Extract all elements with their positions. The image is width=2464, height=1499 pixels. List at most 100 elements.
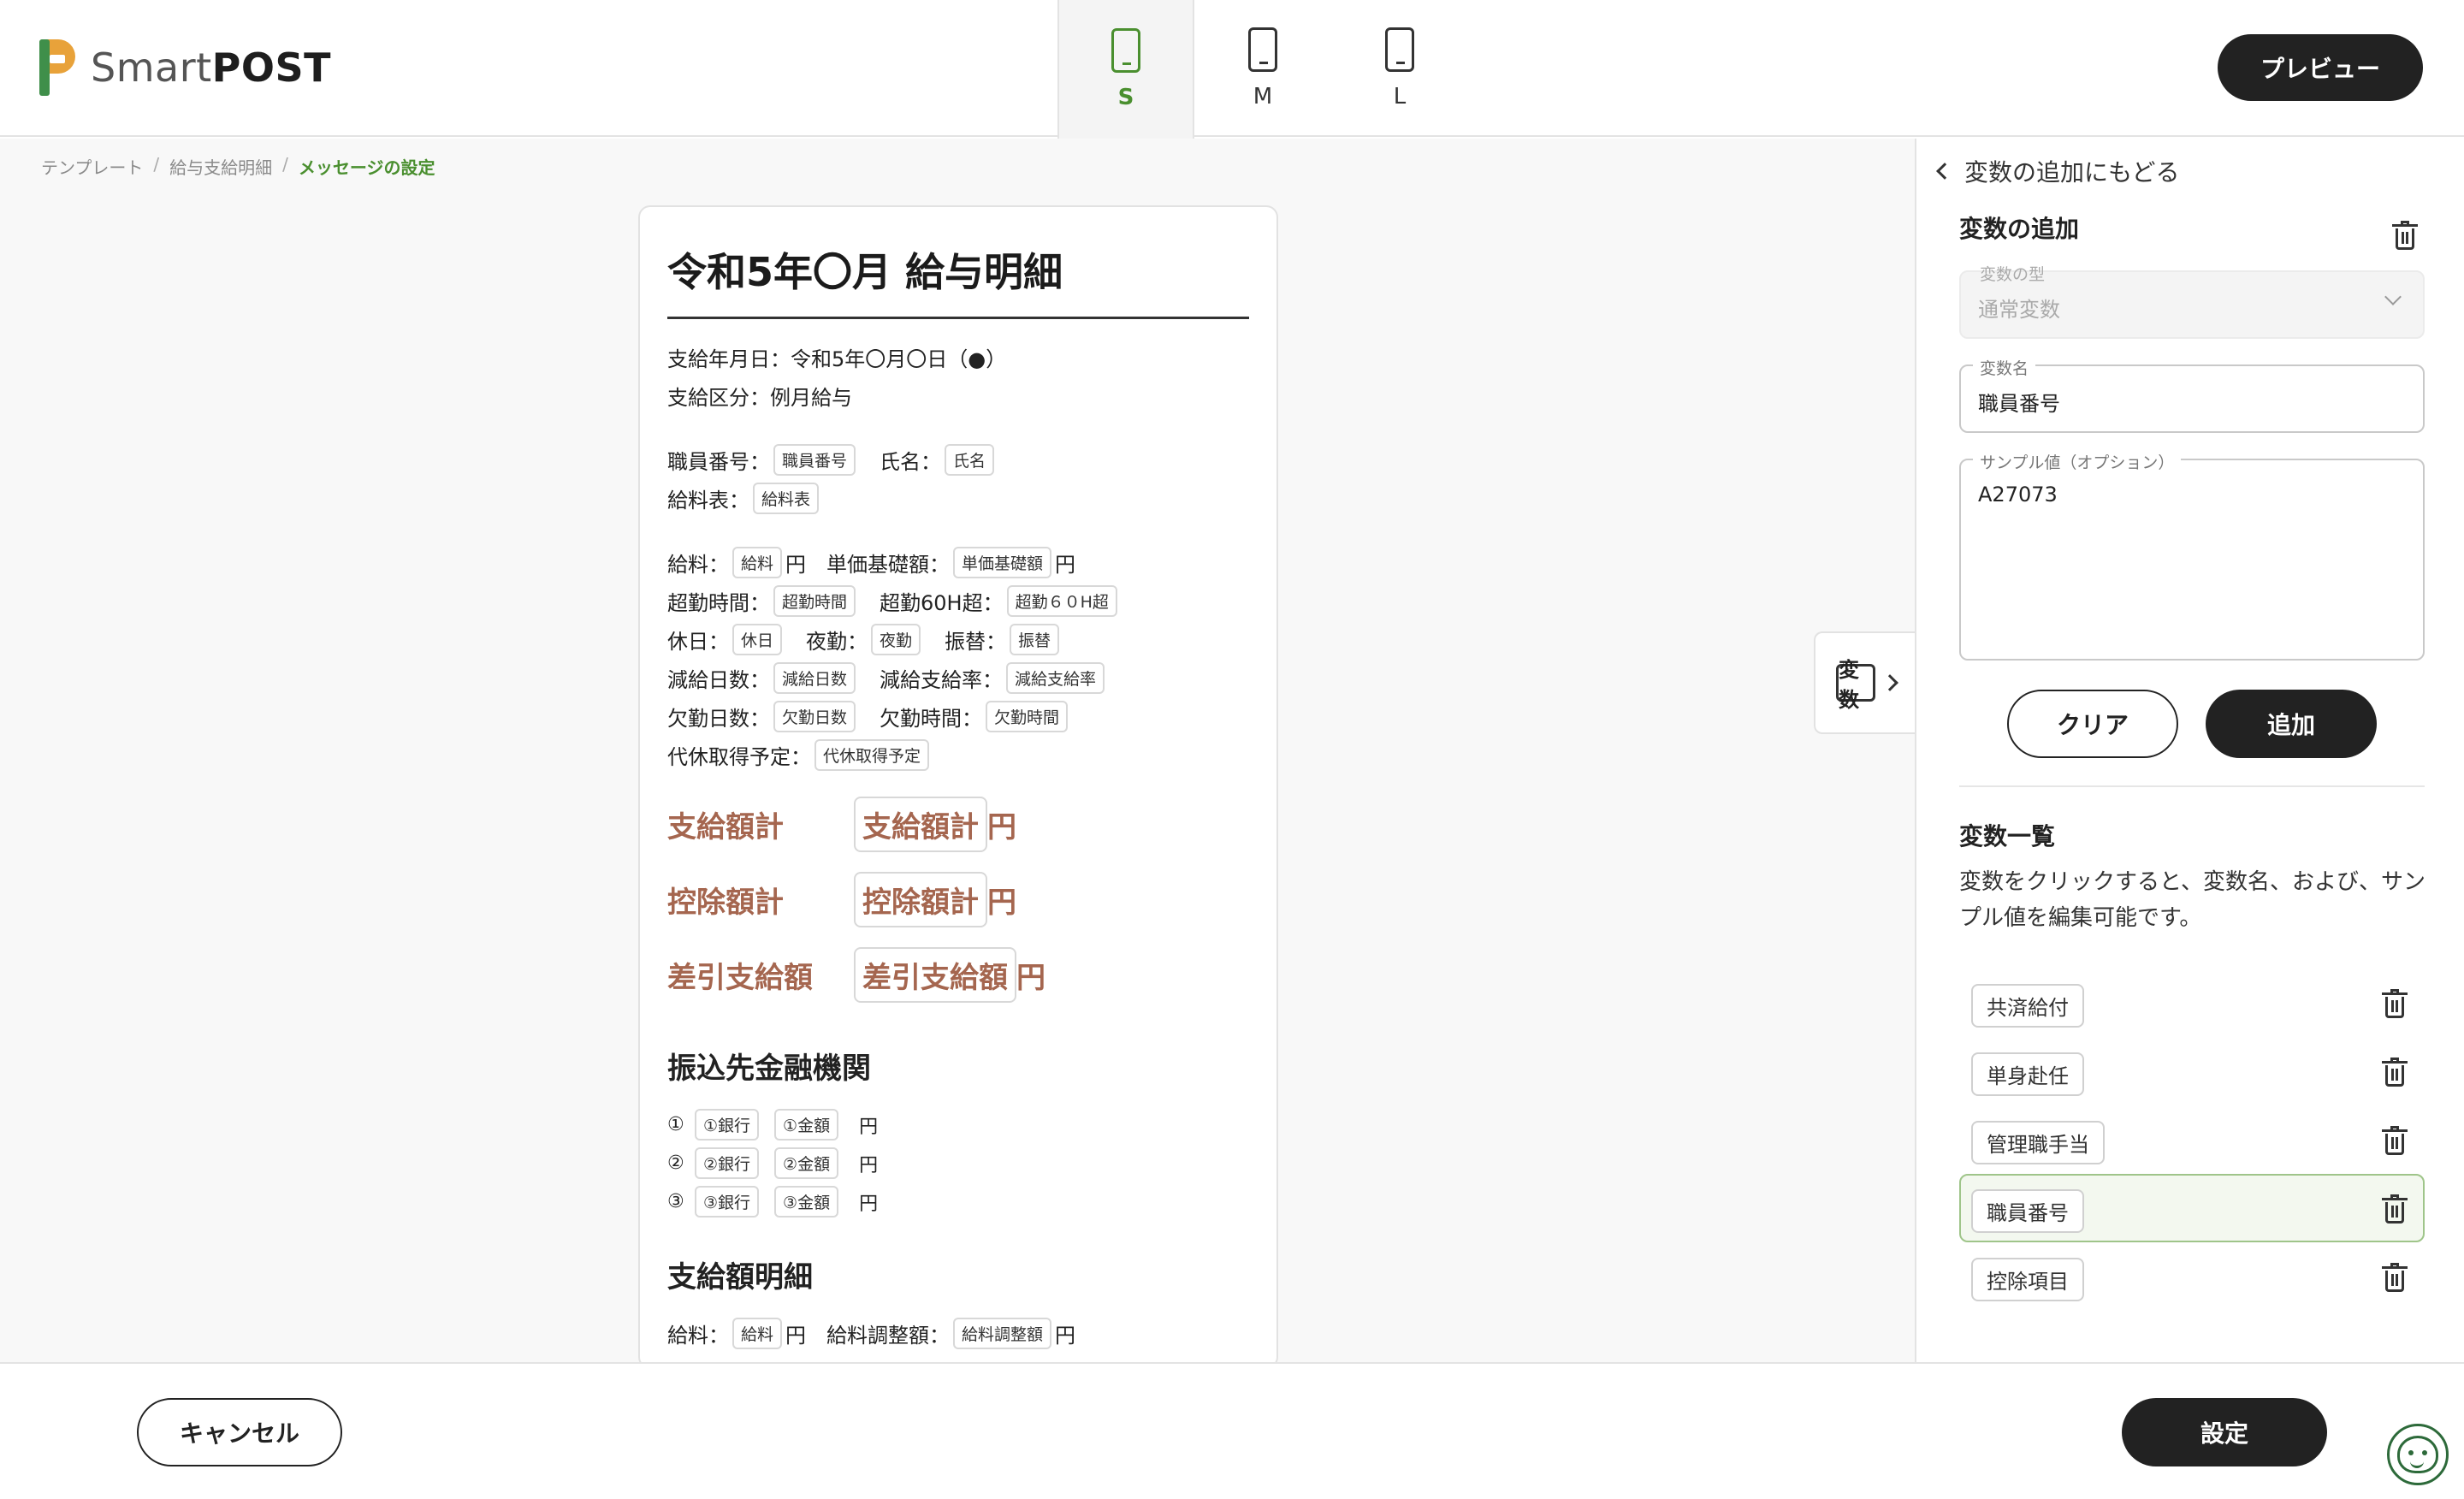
field-label: 変数の型 (1980, 265, 2046, 284)
variable-chip[interactable]: 振替 (1010, 624, 1060, 655)
back-to-add-variable-link[interactable]: 変数の追加にもどる (1934, 154, 2179, 188)
clear-button[interactable]: クリア (2007, 690, 2178, 758)
variable-chip[interactable]: 代休取得予定 (814, 739, 930, 771)
field-label: 職員番号： (667, 450, 770, 474)
variable-chip[interactable]: 欠勤時間 (986, 701, 1069, 732)
chevron-right-icon (1881, 674, 1898, 691)
set-button[interactable]: 設定 (2122, 1398, 2327, 1466)
variable-chip[interactable]: 欠勤日数 (773, 701, 856, 732)
device-tab-l[interactable]: L (1331, 0, 1468, 137)
variable-chip[interactable]: 給料 (732, 547, 783, 578)
variable-chip[interactable]: 氏名 (945, 444, 995, 476)
cancel-button[interactable]: キャンセル (137, 1398, 342, 1466)
variable-chip[interactable]: ②金額 (774, 1147, 839, 1179)
device-tab-label: M (1253, 84, 1273, 110)
variable-chip[interactable]: 共済給付 (1971, 984, 2084, 1028)
field-label: 減給支給率： (880, 668, 1004, 692)
variable-chip[interactable]: 単身赴任 (1971, 1052, 2084, 1096)
variable-list-description: 変数をクリックすると、変数名、および、サンプル値を編集可能です。 (1959, 869, 2426, 931)
support-chat-icon[interactable] (2387, 1424, 2449, 1485)
variable-list-item[interactable]: 共済給付 (1959, 969, 2425, 1037)
breadcrumb-item-payslip[interactable]: 給与支給明細 (169, 154, 272, 179)
doc-line: 給料表： 給料表 (667, 479, 1249, 518)
field-label: 給料： (667, 553, 729, 577)
sum-variable-chip[interactable]: 控除額計 (854, 871, 987, 927)
variable-chip[interactable]: 給料表 (753, 483, 820, 514)
yen-unit: 円 (1055, 1324, 1076, 1348)
variable-chip[interactable]: ③銀行 (695, 1186, 760, 1218)
bank-number: ③ (667, 1191, 684, 1212)
field-value[interactable]: 職員番号 (1978, 387, 2060, 417)
message-preview-document[interactable]: 令和5年〇月 給与明細 支給年月日：令和5年〇月〇日（●） 支給区分：例月給与 … (638, 205, 1278, 1369)
trash-icon[interactable] (2382, 989, 2408, 1018)
phone-icon (1111, 28, 1140, 73)
editor-area: テンプレート / 給与支給明細 / メッセージの設定 令和5年〇月 給与明細 支… (0, 139, 1916, 1369)
variable-list-item[interactable]: 管理職手当 (1959, 1105, 2425, 1174)
variable-panel-toggle[interactable]: 変数 (1814, 631, 1916, 734)
variable-chip[interactable]: 給料 (732, 1318, 783, 1349)
yen-unit: 円 (859, 1193, 879, 1215)
variable-chip[interactable]: ③金額 (774, 1186, 839, 1218)
doc-line: 給料： 給料 円 単価基礎額： 単価基礎額 円 (667, 543, 1249, 582)
add-button[interactable]: 追加 (2206, 690, 2377, 758)
variable-panel: 変数の追加にもどる 変数の追加 変数の型 通常変数 変数名 職員番号 サンプル値… (1915, 139, 2464, 1362)
variable-list-item[interactable]: 控除項目 (1959, 1242, 2425, 1311)
phone-icon (1248, 27, 1277, 72)
sum-variable-chip[interactable]: 支給額計 (854, 796, 987, 852)
field-label: 給料表： (667, 489, 749, 513)
variable-chip[interactable]: 夜勤 (871, 624, 921, 655)
doc-line: 給料： 給料 円 給料調整額： 給料調整額 円 (667, 1314, 1249, 1353)
breadcrumb-item-template[interactable]: テンプレート (41, 154, 143, 179)
field-label: 給料調整額： (826, 1324, 951, 1348)
back-link-label: 変数の追加にもどる (1964, 158, 2180, 187)
sum-variable-chip[interactable]: 差引支給額 (854, 946, 1016, 1003)
variable-chip[interactable]: 給料調整額 (953, 1318, 1052, 1349)
field-value: 通常変数 (1978, 298, 2060, 322)
variable-chip[interactable]: 超勤時間 (773, 585, 856, 617)
variable-chip[interactable]: ①銀行 (695, 1109, 760, 1141)
trash-icon[interactable] (2382, 1058, 2408, 1087)
yen-unit: 円 (1016, 960, 1045, 995)
variable-name-input[interactable]: 変数名 職員番号 (1959, 356, 2425, 433)
variable-chip[interactable]: 職員番号 (773, 444, 856, 476)
pay-date-line: 支給年月日：令和5年〇月〇日（●） (667, 347, 1007, 371)
app-header: SmartPOST S M L プレビュー (0, 0, 2464, 139)
bank-number: ① (667, 1114, 684, 1135)
device-tab-m[interactable]: M (1194, 0, 1331, 137)
sample-value-textarea[interactable]: サンプル値（オプション） A27073 (1959, 450, 2425, 661)
device-tab-s[interactable]: S (1057, 0, 1194, 139)
variable-list-item-selected[interactable]: 職員番号 (1959, 1174, 2425, 1242)
field-label: 減給日数： (667, 668, 770, 692)
breadcrumb: テンプレート / 給与支給明細 / メッセージの設定 (41, 154, 435, 179)
field-label: 変数名 (1973, 356, 2036, 379)
field-label: 振替： (945, 630, 1007, 654)
smartpost-logo[interactable]: SmartPOST (39, 39, 331, 96)
field-label: 単価基礎額： (826, 553, 951, 577)
variable-chip[interactable]: 減給支給率 (1006, 662, 1105, 694)
sum-row-payment-total: 支給額計 支給額計 円 (667, 786, 1249, 862)
chevron-down-icon (2384, 288, 2402, 305)
variable-chip[interactable]: 超勤６０H超 (1006, 585, 1117, 617)
variable-chip[interactable]: 管理職手当 (1971, 1121, 2105, 1164)
sum-label: 差引支給額 (667, 960, 813, 995)
variable-chip[interactable]: 単価基礎額 (953, 547, 1052, 578)
doc-line: 欠勤日数： 欠勤日数 欠勤時間： 欠勤時間 (667, 697, 1249, 736)
variable-chip[interactable]: 休日 (732, 624, 783, 655)
trash-icon[interactable] (2382, 1263, 2408, 1292)
field-label: 欠勤時間： (880, 707, 983, 731)
variable-chip[interactable]: ②銀行 (695, 1147, 760, 1179)
trash-icon[interactable] (2382, 1126, 2408, 1155)
variable-chip[interactable]: ①金額 (774, 1109, 839, 1141)
variable-chip[interactable]: 減給日数 (773, 662, 856, 694)
variable-chip[interactable]: 職員番号 (1971, 1189, 2084, 1233)
field-value[interactable]: A27073 (1978, 483, 2058, 507)
preview-button[interactable]: プレビュー (2218, 34, 2423, 101)
trash-icon[interactable] (2382, 1194, 2408, 1223)
field-label: サンプル値（オプション） (1973, 450, 2182, 473)
doc-line: 休日： 休日 夜勤： 夜勤 振替： 振替 (667, 620, 1249, 659)
variable-chip[interactable]: 控除項目 (1971, 1258, 2084, 1301)
variable-list-item[interactable]: 単身赴任 (1959, 1037, 2425, 1105)
device-size-tabs: S M L (1057, 0, 1468, 139)
trash-icon[interactable] (2392, 221, 2418, 250)
field-label: 欠勤日数： (667, 707, 770, 731)
